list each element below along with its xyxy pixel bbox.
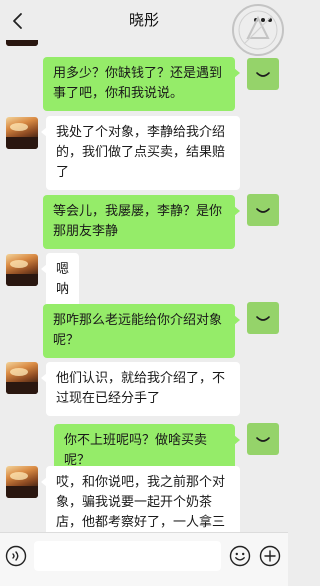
smile-icon xyxy=(256,208,270,213)
avatar[interactable] xyxy=(6,40,38,46)
input-bar xyxy=(0,532,288,586)
message-bubble[interactable]: 等会儿，我屡屡，李静？是你那朋友李静 xyxy=(43,195,240,249)
avatar[interactable] xyxy=(6,362,38,394)
plus-icon[interactable] xyxy=(259,545,281,567)
smile-icon xyxy=(256,72,270,77)
voice-icon[interactable] xyxy=(5,545,27,567)
avatar[interactable] xyxy=(247,423,279,455)
message-bubble[interactable]: 哎，和你说吧，我之前那个对象，骗我说要一起开个奶茶店，他都考察好了，一人拿三万块… xyxy=(41,466,240,532)
emoji-icon[interactable] xyxy=(229,545,251,567)
avatar[interactable] xyxy=(6,254,38,286)
message-bubble[interactable]: 用多少？你缺钱了？还是遇到事了吧，你和我说说。 xyxy=(43,57,240,111)
message-input[interactable] xyxy=(34,541,221,571)
chat-header: 晓彤 xyxy=(0,0,288,40)
avatar[interactable] xyxy=(247,58,279,90)
smile-icon xyxy=(256,437,270,442)
chat-history[interactable]: 用多少？你缺钱了？还是遇到事了吧，你和我说说。 我处了个对象，李静给我介绍的，我… xyxy=(0,40,288,532)
avatar[interactable] xyxy=(247,302,279,334)
message-bubble[interactable]: 那咋那么老远能给你介绍对象呢？ xyxy=(43,304,240,358)
more-dots-icon[interactable] xyxy=(252,13,274,27)
message-bubble[interactable]: 他们认识，就给我介绍了，不过现在已经分手了 xyxy=(41,362,240,416)
avatar[interactable] xyxy=(6,117,38,149)
avatar[interactable] xyxy=(6,466,38,498)
smile-icon xyxy=(256,316,270,321)
avatar[interactable] xyxy=(247,194,279,226)
chat-title: 晓彤 xyxy=(128,11,159,29)
message-bubble[interactable]: 我处了个对象，李静给我介绍的，我们做了点买卖，结果赔了 xyxy=(41,116,240,190)
message-bubble[interactable]: 嗯呐 xyxy=(40,253,80,307)
